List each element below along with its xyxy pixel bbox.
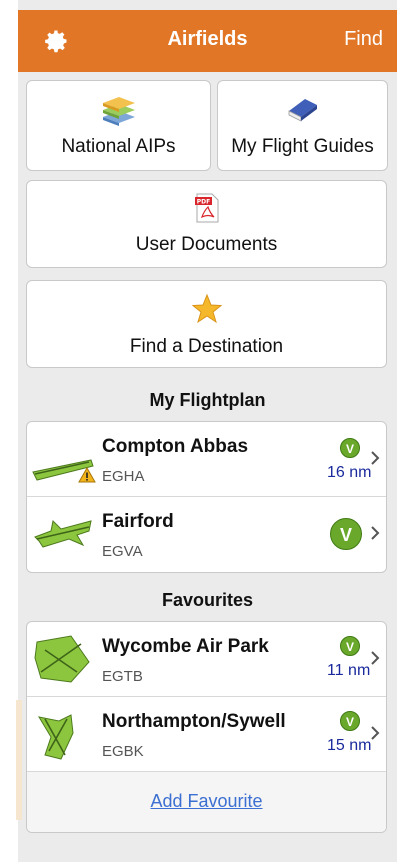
airfield-code: EGHA [102, 468, 145, 485]
favourites-list: Wycombe Air Park EGTB V 11 nm Northampto… [26, 621, 387, 833]
flightplan-row-fairford[interactable]: Fairford EGVA V [27, 497, 386, 572]
user-documents-label: User Documents [135, 234, 278, 255]
distance: 11 nm [327, 662, 371, 679]
app-screen: Airfields Find National AIPs My Flight G… [0, 0, 405, 862]
add-favourite-link[interactable]: Add Favourite [27, 791, 386, 812]
right-edge [397, 0, 405, 862]
airfield-name: Northampton/Sywell [102, 711, 286, 732]
national-aips-label: National AIPs [61, 136, 176, 157]
favourite-row-wycombe[interactable]: Wycombe Air Park EGTB V 11 nm [27, 622, 386, 697]
stacked-books-icon [102, 97, 135, 126]
page-title: Airfields [167, 28, 248, 50]
airfield-code: EGVA [102, 543, 143, 560]
airfield-diagram-icon [34, 635, 90, 683]
book-icon [288, 99, 317, 122]
vfr-badge: V [340, 711, 360, 731]
distance: 16 nm [327, 464, 372, 481]
airfield-diagram-icon [37, 714, 74, 760]
find-destination-button[interactable]: Find a Destination [26, 280, 387, 368]
flightplan-list: Compton Abbas EGHA V 16 nm Fairford EGVA… [26, 421, 387, 573]
add-favourite-row: Add Favourite [27, 772, 386, 832]
star-icon [191, 293, 222, 324]
find-button[interactable]: Find [344, 28, 383, 51]
airfield-code: EGTB [102, 668, 143, 685]
vfr-badge: V [330, 518, 362, 550]
vfr-badge: V [340, 636, 360, 656]
vfr-badge: V [340, 438, 360, 458]
my-flight-guides-label: My Flight Guides [231, 136, 374, 157]
flightplan-row-compton-abbas[interactable]: Compton Abbas EGHA V 16 nm [27, 422, 386, 497]
airfield-name: Compton Abbas [102, 436, 249, 457]
favourites-section-title: Favourites [161, 590, 254, 610]
chevron-right-icon [371, 726, 380, 740]
distance: 15 nm [327, 737, 372, 754]
svg-text:PDF: PDF [196, 199, 209, 206]
warning-icon [78, 467, 96, 483]
chevron-right-icon [371, 526, 380, 540]
user-documents-button[interactable]: PDF User Documents [26, 180, 387, 268]
left-edge-accent [16, 700, 22, 820]
national-aips-button[interactable]: National AIPs [26, 80, 211, 171]
my-flight-guides-button[interactable]: My Flight Guides [217, 80, 388, 171]
flightplan-section-title: My Flightplan [149, 390, 266, 410]
pdf-document-icon: PDF [194, 193, 218, 223]
find-destination-label: Find a Destination [129, 336, 284, 357]
airfield-name: Fairford [102, 511, 174, 532]
airfield-diagram-icon [34, 519, 92, 548]
nav-bar: Airfields Find [18, 10, 397, 72]
airfield-name: Wycombe Air Park [102, 636, 269, 657]
favourite-row-sywell[interactable]: Northampton/Sywell EGBK V 15 nm [27, 697, 386, 772]
chevron-right-icon [371, 651, 380, 665]
chevron-right-icon [371, 451, 380, 465]
airfield-code: EGBK [102, 743, 144, 760]
